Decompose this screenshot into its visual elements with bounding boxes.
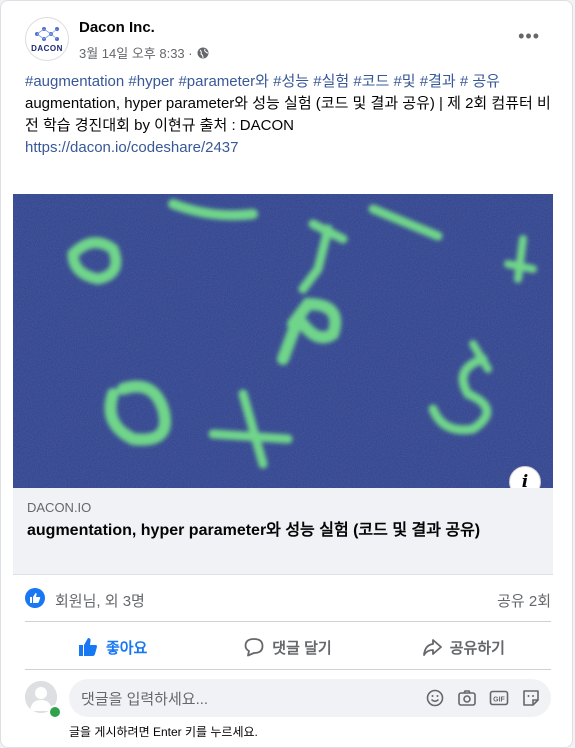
link-preview-image[interactable]: i (13, 194, 553, 488)
post-link[interactable]: https://dacon.io/codeshare/2437 (25, 139, 239, 156)
comment-hint: 글을 게시하려면 Enter 키를 누르세요. (69, 725, 258, 739)
like-icon (78, 638, 97, 656)
comment-tools: GIF (425, 688, 541, 708)
page-avatar[interactable]: DACON (25, 17, 69, 61)
mnist-glyph-image (13, 194, 553, 488)
share-button[interactable]: 공유하기 (376, 625, 551, 669)
more-icon[interactable]: ••• (518, 27, 540, 45)
online-status-dot (48, 705, 62, 719)
share-icon (422, 639, 442, 656)
post-meta: 3월 14일 오후 8:33 · (79, 43, 209, 62)
comment-placeholder: 댓글을 입력하세요... (81, 690, 209, 708)
comment-composer: 댓글을 입력하세요... GIF (25, 679, 551, 721)
share-label: 공유하기 (449, 639, 505, 657)
like-label: 좋아요 (105, 639, 148, 657)
post-card: DACON Dacon Inc. 3월 14일 오후 8:33 · ••• #a… (0, 0, 573, 748)
sticker-icon[interactable] (521, 688, 541, 708)
divider (25, 621, 551, 622)
camera-icon[interactable] (457, 688, 477, 708)
post-header: DACON Dacon Inc. 3월 14일 오후 8:33 · ••• (13, 13, 560, 63)
gif-icon-svg: GIF (489, 690, 509, 706)
dacon-logo-icon (35, 27, 59, 41)
divider (25, 669, 551, 670)
reaction-summary[interactable]: 회원님, 외 3명 (55, 590, 145, 611)
link-domain: DACON.IO (27, 500, 92, 515)
post-hashtags[interactable]: #augmentation #hyper #parameter와 #성능 #실험… (25, 71, 555, 93)
post-text: #augmentation #hyper #parameter와 #성능 #실험… (25, 71, 555, 159)
comment-button[interactable]: 댓글 달기 (200, 625, 375, 669)
sticker-icon-svg (523, 690, 539, 706)
share-count[interactable]: 공유 2회 (497, 590, 551, 611)
gif-icon[interactable]: GIF (489, 688, 509, 708)
emoji-icon[interactable] (425, 688, 445, 708)
avatar-text: DACON (31, 44, 63, 53)
thumbs-up-icon (30, 593, 41, 603)
post-timestamp[interactable]: 3월 14일 오후 8:33 · (79, 43, 193, 62)
like-button[interactable]: 좋아요 (25, 625, 200, 669)
comment-icon (244, 638, 264, 657)
link-title[interactable]: augmentation, hyper parameter와 성능 실험 (코드… (27, 520, 537, 542)
like-reaction-icon[interactable] (25, 588, 45, 608)
camera-icon-svg (458, 690, 476, 706)
action-bar: 좋아요 댓글 달기 공유하기 (25, 625, 551, 669)
comment-label: 댓글 달기 (272, 639, 332, 657)
emoji-icon-svg (426, 689, 444, 707)
reaction-bar: 회원님, 외 3명 공유 2회 (25, 587, 551, 611)
link-preview-caption[interactable]: DACON.IO augmentation, hyper parameter와 … (13, 488, 553, 575)
globe-icon (197, 47, 209, 58)
author-name[interactable]: Dacon Inc. (79, 19, 155, 36)
post-body: augmentation, hyper parameter와 성능 실험 (코드… (25, 95, 551, 134)
svg-text:GIF: GIF (493, 697, 505, 704)
